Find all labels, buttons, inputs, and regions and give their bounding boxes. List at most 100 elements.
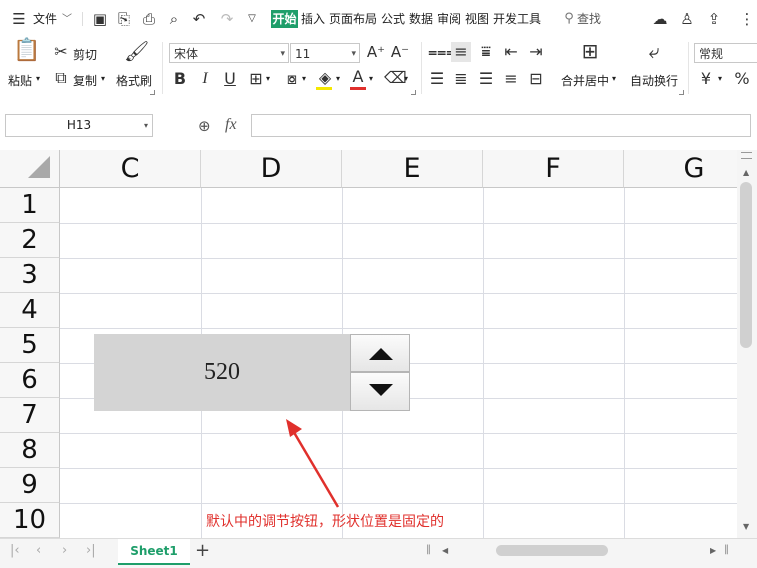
export-pdf-icon[interactable]: ⎘: [115, 10, 133, 28]
search-label[interactable]: 查找: [577, 10, 601, 27]
row-header-1[interactable]: 1: [0, 188, 60, 223]
align-right-icon[interactable]: ☰: [477, 69, 495, 89]
merge-center-dropdown-icon[interactable]: ▾: [612, 74, 616, 83]
tab-review[interactable]: 审阅: [437, 10, 461, 27]
font-dialog-launcher-icon[interactable]: [411, 90, 416, 95]
name-box[interactable]: H13 ▾: [5, 114, 153, 137]
hamburger-menu-icon[interactable]: ☰: [10, 10, 28, 28]
fill-color-icon[interactable]: ◈: [316, 68, 334, 88]
font-color-icon[interactable]: A: [350, 67, 366, 87]
search-icon[interactable]: ⚲: [560, 10, 578, 28]
row-header-6[interactable]: 6: [0, 363, 60, 398]
undo-icon[interactable]: ↶: [190, 10, 208, 28]
zoom-formula-icon[interactable]: ⊕: [198, 117, 211, 135]
italic-button[interactable]: I: [197, 69, 213, 89]
tab-developer[interactable]: 开发工具: [493, 10, 541, 27]
align-center-icon[interactable]: ≣: [452, 69, 470, 89]
percent-format-button[interactable]: %: [734, 69, 750, 89]
row-header-5[interactable]: 5: [0, 328, 60, 363]
formula-input[interactable]: [251, 114, 751, 137]
align-left-icon[interactable]: ☰: [428, 69, 446, 89]
copy-icon[interactable]: ⧉: [52, 68, 70, 88]
tab-insert[interactable]: 插入: [301, 10, 325, 27]
more-options-icon[interactable]: ⋮: [738, 10, 756, 28]
paste-icon[interactable]: 📋: [13, 40, 40, 62]
tab-page-layout[interactable]: 页面布局: [329, 10, 377, 27]
row-header-7[interactable]: 7: [0, 398, 60, 433]
clipboard-dialog-launcher-icon[interactable]: [150, 90, 155, 95]
scroll-right-icon[interactable]: ▶: [710, 546, 716, 555]
cut-button[interactable]: 剪切: [73, 46, 97, 63]
borders-icon[interactable]: ⊞: [247, 69, 265, 89]
fill-color-dropdown-icon[interactable]: ▾: [336, 74, 340, 83]
tab-view[interactable]: 视图: [465, 10, 489, 27]
row-header-10[interactable]: 10: [0, 503, 60, 538]
number-format-select[interactable]: 常规: [694, 43, 757, 63]
currency-dropdown-icon[interactable]: ▾: [718, 74, 722, 83]
column-header-g[interactable]: G: [624, 150, 737, 188]
row-header-2[interactable]: 2: [0, 223, 60, 258]
column-header-e[interactable]: E: [342, 150, 483, 188]
clear-format-dropdown-icon[interactable]: ▾: [404, 74, 408, 83]
column-header-d[interactable]: D: [201, 150, 342, 188]
file-menu[interactable]: 文件: [33, 10, 57, 27]
align-bottom-icon[interactable]: ⩸: [477, 42, 495, 62]
clear-format-icon[interactable]: ⌫: [384, 68, 407, 88]
copy-dropdown-icon[interactable]: ▾: [101, 74, 105, 83]
format-painter-icon[interactable]: 🖌: [124, 41, 149, 61]
cell-style-dropdown-icon[interactable]: ▾: [302, 74, 306, 83]
font-size-select[interactable]: 11 ▾: [290, 43, 360, 63]
print-preview-icon[interactable]: ⌕: [165, 10, 183, 28]
name-box-chevron-icon[interactable]: ▾: [144, 115, 148, 136]
bold-button[interactable]: B: [172, 69, 188, 89]
next-sheet-icon[interactable]: ›: [62, 543, 67, 558]
scroll-up-icon[interactable]: ▲: [743, 168, 749, 177]
scroll-down-icon[interactable]: ▼: [743, 522, 749, 531]
decrease-indent-icon[interactable]: ⇤: [502, 42, 520, 62]
borders-dropdown-icon[interactable]: ▾: [266, 74, 270, 83]
row-header-3[interactable]: 3: [0, 258, 60, 293]
hscroll-end-split-icon[interactable]: ‖: [724, 544, 729, 555]
share-user-icon[interactable]: ♙: [678, 10, 696, 28]
vertical-scroll-thumb[interactable]: [740, 182, 752, 348]
font-color-dropdown-icon[interactable]: ▾: [369, 74, 373, 83]
wrap-text-button[interactable]: 自动换行: [630, 72, 678, 89]
save-icon[interactable]: ▣: [91, 10, 109, 28]
wrap-text-icon[interactable]: ⤶: [643, 41, 665, 61]
split-handle-icon[interactable]: [741, 152, 752, 159]
increase-font-icon[interactable]: A⁺: [366, 42, 386, 62]
merge-center-button[interactable]: 合并居中: [561, 72, 609, 89]
font-name-select[interactable]: 宋体 ▾: [169, 43, 289, 63]
horizontal-scroll-thumb[interactable]: [496, 545, 608, 556]
quick-access-dropdown-icon[interactable]: ▽: [243, 10, 261, 28]
merge-center-icon[interactable]: ⊞: [579, 41, 601, 61]
insert-function-button[interactable]: fx: [225, 116, 237, 134]
paste-button[interactable]: 粘贴: [8, 72, 32, 89]
hscroll-split-icon[interactable]: ‖: [426, 544, 431, 555]
align-middle-icon[interactable]: ≡: [451, 42, 471, 62]
share-export-icon[interactable]: ⇪: [705, 10, 723, 28]
column-header-f[interactable]: F: [483, 150, 624, 188]
row-header-8[interactable]: 8: [0, 433, 60, 468]
format-painter-button[interactable]: 格式刷: [116, 72, 152, 89]
increase-indent-icon[interactable]: ⇥: [527, 42, 545, 62]
file-menu-chevron-icon[interactable]: ﹀: [62, 10, 72, 25]
alignment-dialog-launcher-icon[interactable]: [679, 90, 684, 95]
align-top-icon[interactable]: ⩶: [428, 42, 455, 62]
print-icon[interactable]: ⎙: [140, 10, 158, 28]
spin-up-button[interactable]: [350, 334, 410, 372]
cut-icon[interactable]: ✂: [52, 42, 70, 62]
decrease-font-icon[interactable]: A⁻: [390, 42, 410, 62]
row-header-9[interactable]: 9: [0, 468, 60, 503]
tab-start[interactable]: 开始: [271, 10, 298, 28]
prev-sheet-icon[interactable]: ‹: [36, 543, 41, 558]
tab-formulas[interactable]: 公式: [381, 10, 405, 27]
row-header-4[interactable]: 4: [0, 293, 60, 328]
justify-icon[interactable]: ≡: [502, 69, 520, 89]
column-header-c[interactable]: C: [60, 150, 201, 188]
tab-data[interactable]: 数据: [409, 10, 433, 27]
select-all-corner[interactable]: [0, 150, 60, 188]
sheet-tab-sheet1[interactable]: Sheet1: [118, 539, 190, 565]
last-sheet-icon[interactable]: ›|: [86, 543, 96, 558]
redo-icon[interactable]: ↷: [218, 10, 236, 28]
